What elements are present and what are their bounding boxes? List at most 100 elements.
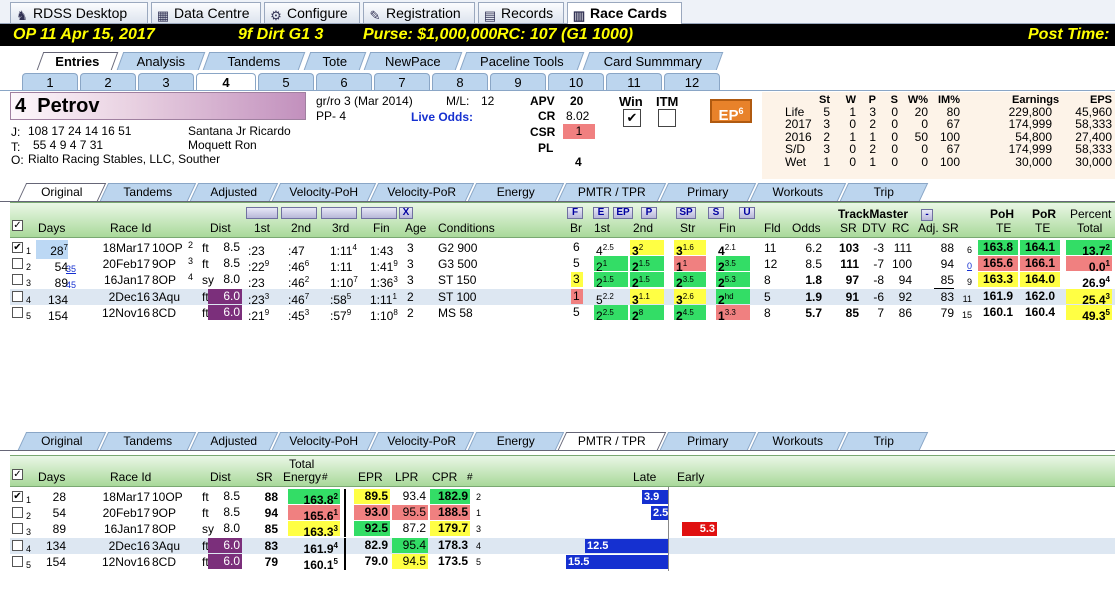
post-tab-10[interactable]: 10 xyxy=(548,73,604,91)
row-checkbox[interactable] xyxy=(12,507,23,519)
age: 3 xyxy=(407,257,414,272)
book-icon: ▥ xyxy=(572,8,586,23)
fraction-btn-2[interactable] xyxy=(281,207,317,219)
post-tab-4[interactable]: 4 xyxy=(196,73,256,91)
row-checkbox[interactable] xyxy=(12,274,23,286)
tab-velocity-por[interactable]: Velocity-PoR xyxy=(369,183,475,201)
tab-primary[interactable]: Primary xyxy=(659,183,757,201)
row-checkbox[interactable]: ✔ xyxy=(12,491,23,502)
tab-trip[interactable]: Trip xyxy=(839,183,929,201)
distance: 8.5 xyxy=(223,240,240,254)
tab-newpace[interactable]: NewPace xyxy=(363,52,463,70)
row-checkbox[interactable]: ✔ xyxy=(12,242,23,253)
tab-pmtr-tpr[interactable]: PMTR / TPR xyxy=(557,183,667,201)
tab-original-2[interactable]: Original xyxy=(17,432,107,450)
fraction-btn-4[interactable] xyxy=(361,207,397,219)
filter-s-button[interactable]: S xyxy=(708,207,724,219)
tab-pmtr-tpr-2[interactable]: PMTR / TPR xyxy=(557,432,667,450)
tab-records[interactable]: ▤ Records xyxy=(478,2,564,23)
lpr: 87.2 xyxy=(402,521,426,536)
tab-registration[interactable]: ✎ Registration xyxy=(363,2,475,23)
col-poh-te: TE xyxy=(996,221,1012,235)
row-checkbox[interactable] xyxy=(12,290,23,302)
tab-entries[interactable]: Entries xyxy=(36,52,119,70)
row-number: 5 xyxy=(26,310,32,321)
tab-workouts-2[interactable]: Workouts xyxy=(749,432,847,450)
win-label: Win xyxy=(619,94,643,109)
filter-u-button[interactable]: U xyxy=(739,207,755,219)
table-row[interactable]: 4 134 2Dec16 3Aqu ft 6.0:233:467:585 1:111 2 ST … xyxy=(10,288,1115,307)
clear-button[interactable]: X xyxy=(399,207,413,219)
tab-card-summary[interactable]: Card Summmary xyxy=(582,52,724,70)
filter-f-button[interactable]: F xyxy=(567,207,583,219)
table-row[interactable]: 5 154 12Nov16 8CD ft 6.0:219:453:579 1:108 2 MS … xyxy=(10,304,1115,323)
tab-analysis[interactable]: Analysis xyxy=(116,52,206,70)
col-call-fin: Fin xyxy=(719,221,736,235)
table-row[interactable]: 3 89 16Jan17 8OP sy 8.0 85 163.33 92.5 87.2 179.7 3… xyxy=(10,521,1115,539)
tab-primary-2[interactable]: Primary xyxy=(659,432,757,450)
tab-tandems[interactable]: Tandems xyxy=(202,52,306,70)
fraction-btn-1[interactable] xyxy=(246,207,278,219)
days-since: 89 xyxy=(52,522,66,537)
collapse-button[interactable]: - xyxy=(921,209,933,221)
row-checkbox[interactable] xyxy=(12,306,23,318)
tab-energy-2[interactable]: Energy xyxy=(467,432,565,450)
filter-ep-button[interactable]: EP xyxy=(613,207,633,219)
tab-velocity-por-2[interactable]: Velocity-PoR xyxy=(369,432,475,450)
tab-adjusted[interactable]: Adjusted xyxy=(189,183,279,201)
itm-checkbox[interactable] xyxy=(658,109,676,127)
table-row[interactable]: 4 134 2Dec16 3Aqu ft 6.0 83 161.94 82.9 95.4 178.3… xyxy=(10,537,1115,556)
select-all-checkbox-2[interactable]: ✓ xyxy=(12,469,23,480)
row-checkbox[interactable] xyxy=(12,258,23,270)
row-checkbox[interactable] xyxy=(12,539,23,551)
table-row[interactable]: ✔ 1 287 18Mar17 10OP 2 ft 8.5:23:47 1:114 1:43 3 G2… xyxy=(10,240,1115,259)
row-checkbox[interactable] xyxy=(12,555,23,567)
speed-rating: 94 xyxy=(264,506,278,521)
race-date: 18Mar17 xyxy=(102,490,150,504)
fraction-btn-3[interactable] xyxy=(321,207,357,219)
race-class: 92 xyxy=(898,289,912,304)
tab-tandems-2[interactable]: Tandems xyxy=(99,432,197,450)
tab-race-cards[interactable]: ▥ Race Cards xyxy=(567,2,682,25)
post-tab-6[interactable]: 6 xyxy=(316,73,372,91)
tab-adjusted-2[interactable]: Adjusted xyxy=(189,432,279,450)
tab-workouts[interactable]: Workouts xyxy=(749,183,847,201)
tab-tandems-view[interactable]: Tandems xyxy=(99,183,197,201)
table-row[interactable]: ✔ 1 28 18Mar17 10OP ft 8.5 88 163.82 89.5 93.4 182.… xyxy=(10,489,1115,507)
post-tab-12[interactable]: 12 xyxy=(664,73,720,91)
post-tab-5[interactable]: 5 xyxy=(258,73,314,91)
post-tab-3[interactable]: 3 xyxy=(138,73,194,91)
tab-configure[interactable]: ⚙ Configure xyxy=(264,2,360,23)
filter-e-button[interactable]: E xyxy=(593,207,609,219)
table-row[interactable]: 3 89 45 16Jan17 8OP 4 sy 8.0:23:462 1:107 1:363 3 S… xyxy=(10,272,1115,290)
tab-original[interactable]: Original xyxy=(17,183,107,201)
tab-velocity-poh-2[interactable]: Velocity-PoH xyxy=(271,432,377,450)
post-tab-1[interactable]: 1 xyxy=(22,73,78,91)
filter-sp-button[interactable]: SP xyxy=(676,207,696,219)
col-sr-2: SR xyxy=(256,470,273,484)
speed-rating: 91 xyxy=(845,289,859,304)
post-tab-7[interactable]: 7 xyxy=(374,73,430,91)
table-row[interactable]: 5 154 12Nov16 8CD ft 6.0 79 160.15 79.0 94.5 173.5… xyxy=(10,553,1115,572)
race-class: 100 xyxy=(891,257,912,272)
late-early-axis xyxy=(668,487,669,571)
tab-velocity-poh[interactable]: Velocity-PoH xyxy=(271,183,377,201)
post-tab-9[interactable]: 9 xyxy=(490,73,546,91)
post-tab-2[interactable]: 2 xyxy=(80,73,136,91)
tab-trip-2[interactable]: Trip xyxy=(839,432,929,450)
col-por: PoR xyxy=(1032,207,1056,221)
post-tab-11[interactable]: 11 xyxy=(606,73,662,91)
tab-paceline-tools[interactable]: Paceline Tools xyxy=(459,52,585,70)
filter-p-button[interactable]: P xyxy=(641,207,657,219)
row-checkbox[interactable] xyxy=(12,523,23,535)
call-lengths: 1.5 xyxy=(638,275,650,285)
win-checkbox[interactable]: ✔ xyxy=(623,109,641,127)
select-all-checkbox[interactable]: ✓ xyxy=(12,220,23,231)
tab-energy[interactable]: Energy xyxy=(467,183,565,201)
table-row[interactable]: 2 54 20Feb17 9OP ft 8.5 94 165.61 93.0 95.5 188.5 1… xyxy=(10,505,1115,523)
tab-data-centre[interactable]: ▦ Data Centre xyxy=(151,2,261,23)
tab-tote[interactable]: Tote xyxy=(303,52,367,70)
post-tab-8[interactable]: 8 xyxy=(432,73,488,91)
tab-rdss-desktop[interactable]: ♞ RDSS Desktop xyxy=(10,2,148,23)
table-row[interactable]: 2 54 35 20Feb17 9OP 3 ft 8.5:229:466 1:11 1:419 3 G… xyxy=(10,256,1115,274)
